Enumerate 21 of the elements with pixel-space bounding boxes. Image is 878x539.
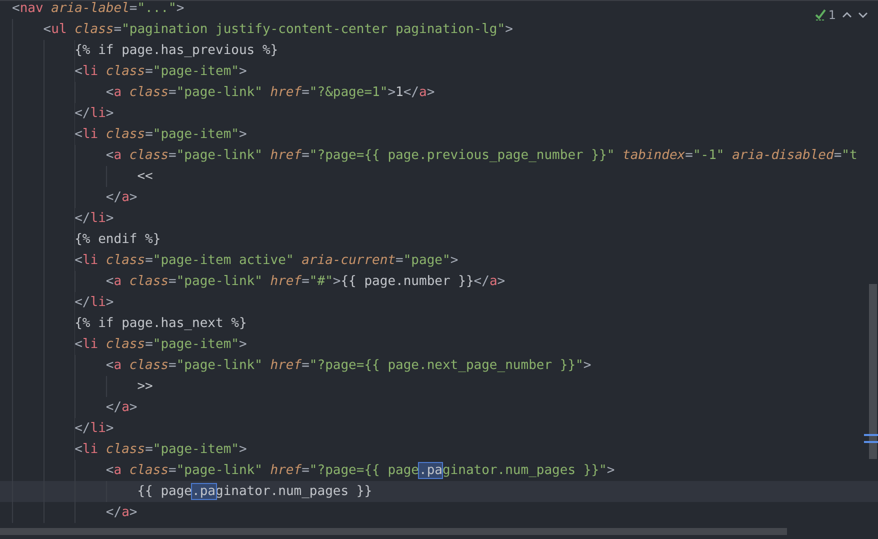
code-line: {% if page.has_previous %} — [0, 40, 280, 61]
vertical-scrollbar[interactable] — [869, 284, 877, 459]
code-line: <a class="page-link" href="?page={{ page.paginator.num_pages }}"> — [0, 460, 617, 481]
chevron-up-icon[interactable] — [842, 11, 852, 19]
horizontal-scrollbar[interactable] — [0, 528, 787, 535]
code-line: <li class="page-item"> — [0, 124, 249, 145]
code-line: <a class="page-link" href="?page={{ page.next_page_number }}"> — [0, 355, 594, 376]
code-line: <li class="page-item active" aria-current="page"> — [0, 250, 460, 271]
code-line: <li class="page-item"> — [0, 439, 249, 460]
problem-count: 1 — [828, 8, 836, 22]
code-line: <nav aria-label="..."> — [11, 1, 186, 18]
check-icon — [815, 9, 826, 21]
code-line: <li class="page-item"> — [0, 334, 249, 355]
chevron-down-icon[interactable] — [858, 11, 868, 19]
code-line: {% if page.has_next %} — [0, 313, 249, 334]
code-line: <a class="page-link" href="?&page=1">1</a> — [0, 82, 437, 103]
code-line: <a class="page-link" href="#">{{ page.number }}</a> — [0, 271, 508, 292]
code-line: <ul class="pagination justify-content-center pagination-lg"> — [0, 19, 515, 40]
code-line: <a class="page-link" href="?page={{ page.previous_page_number }}" tabindex="-1" aria-disabled="t — [0, 145, 860, 166]
code-line: <li class="page-item"> — [0, 61, 249, 82]
code-line: {% endif %} — [0, 229, 163, 250]
